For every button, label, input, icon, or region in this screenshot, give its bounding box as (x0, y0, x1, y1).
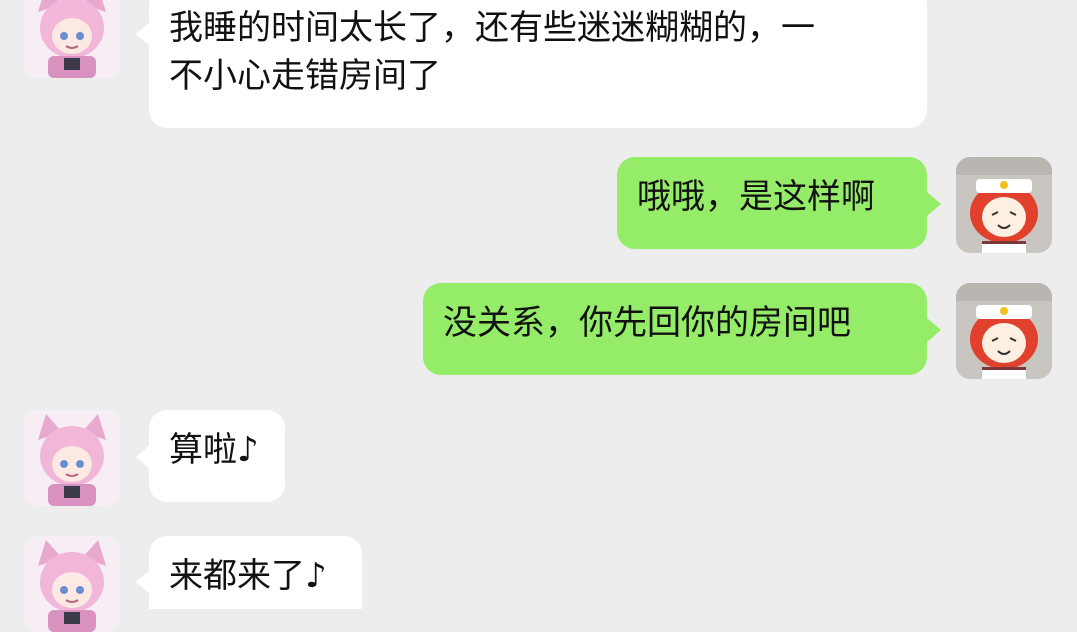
bubble-tail (136, 445, 150, 469)
message-bubble[interactable]: 来都来了♪ (149, 536, 362, 609)
red-hair-sailor-avatar-icon[interactable] (956, 157, 1052, 253)
bubble-tail (136, 570, 150, 594)
pink-cat-girl-avatar-icon[interactable] (24, 536, 120, 632)
pink-cat-girl-avatar-icon[interactable] (24, 410, 120, 506)
bubble-tail (927, 192, 941, 216)
message-text: 没关系，你先回你的房间吧 (443, 303, 851, 343)
message-bubble[interactable]: 算啦♪ (149, 410, 285, 502)
message-text: 算啦♪ (169, 430, 259, 470)
bubble-tail (927, 318, 941, 342)
message-text: 哦哦，是这样啊 (637, 177, 875, 217)
message-bubble[interactable]: 没关系，你先回你的房间吧 (423, 283, 927, 375)
message-bubble[interactable]: 我睡的时间太长了，还有些迷迷糊糊的，一 不小心走错房间了 (149, 0, 927, 128)
message-bubble[interactable]: 哦哦，是这样啊 (617, 157, 927, 249)
message-text: 我睡的时间太长了，还有些迷迷糊糊的，一 不小心走错房间了 (169, 8, 815, 96)
bubble-tail (136, 22, 150, 46)
message-text: 来都来了♪ (169, 556, 327, 596)
pink-cat-girl-avatar-icon[interactable] (24, 0, 120, 78)
chat-message-list[interactable]: 我睡的时间太长了，还有些迷迷糊糊的，一 不小心走错房间了 哦哦，是这样啊 没关系… (0, 0, 1077, 632)
red-hair-sailor-avatar-icon[interactable] (956, 283, 1052, 379)
